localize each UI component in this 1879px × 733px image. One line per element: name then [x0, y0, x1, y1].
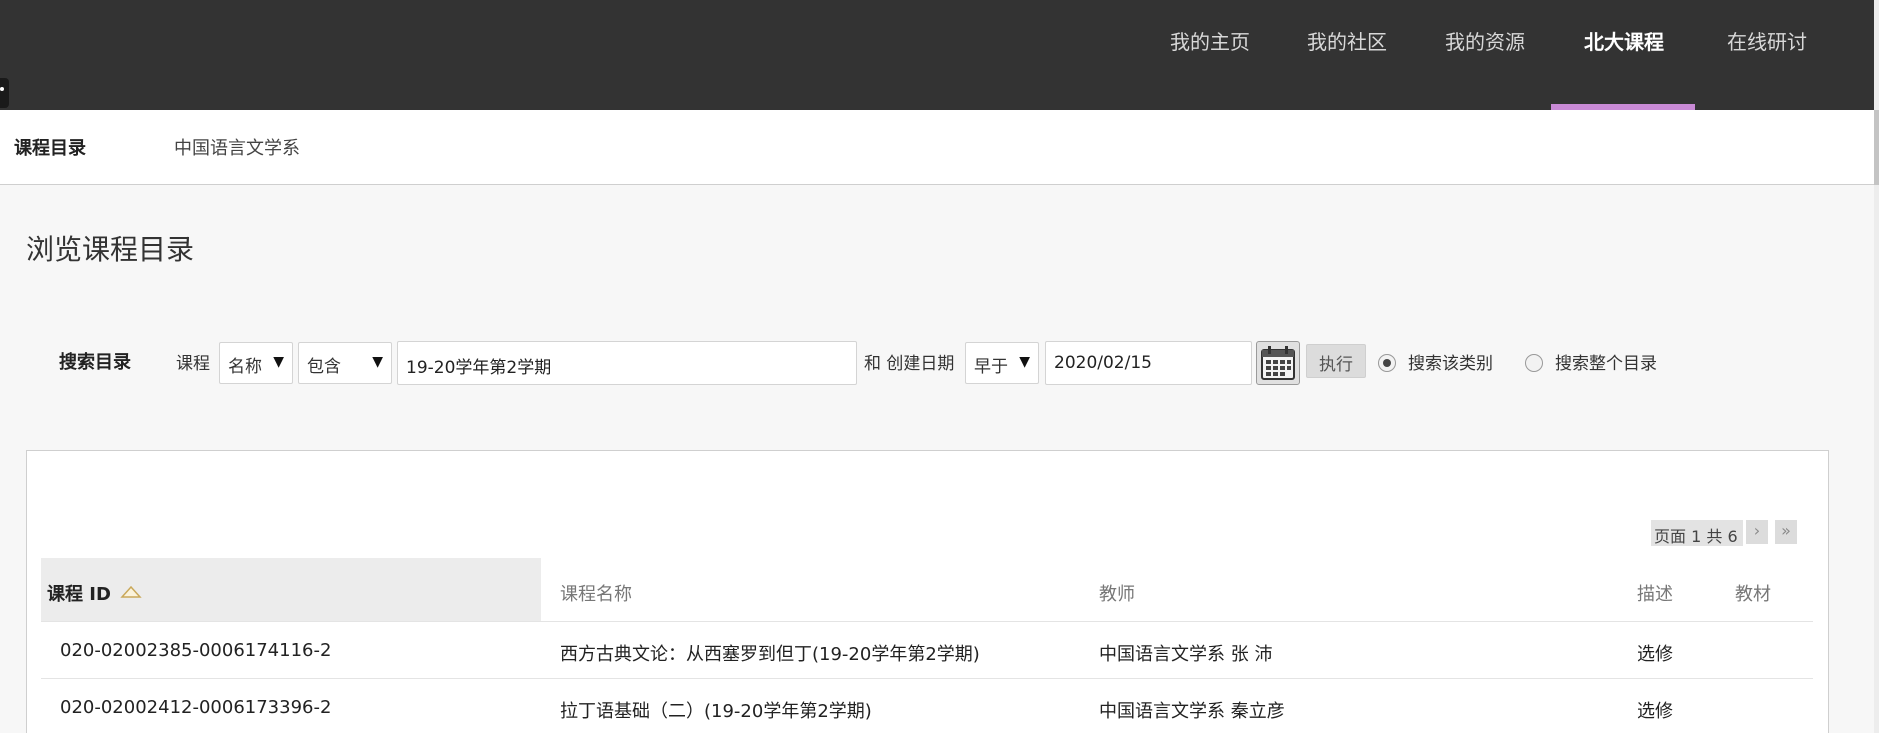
nav-item-resources[interactable]: 我的资源	[1445, 26, 1525, 55]
scope-radio-category-label[interactable]: 搜索该类别	[1408, 349, 1493, 374]
search-query-input[interactable]: 19-20学年第2学期	[397, 341, 857, 385]
column-header-course-name[interactable]: 课程名称	[560, 580, 632, 606]
scope-radio-category[interactable]	[1378, 354, 1396, 372]
calendar-icon	[1261, 346, 1295, 380]
page-title: 浏览课程目录	[26, 233, 195, 266]
date-operator-select-value: 早于	[974, 357, 1008, 377]
breadcrumb-root[interactable]: 课程目录	[14, 134, 86, 160]
main-nav: 我的主页 我的社区 我的资源 北大课程 在线研讨	[5, 0, 1879, 110]
table-header-divider	[41, 621, 1813, 622]
table-row-1-course-id: 020-02002385-0006174116-2	[60, 640, 332, 661]
date-criteria-label: 和 创建日期	[864, 354, 955, 374]
scope-radio-entire-catalog-label[interactable]: 搜索整个目录	[1555, 349, 1657, 374]
column-header-course-id[interactable]: 课程 ID	[47, 580, 111, 606]
scope-radio-entire-catalog[interactable]	[1525, 354, 1543, 372]
nav-item-online-seminar[interactable]: 在线研讨	[1727, 26, 1807, 55]
date-operator-select[interactable]: 早于 ▼	[965, 342, 1039, 384]
chevron-down-icon: ▼	[372, 354, 383, 370]
date-input[interactable]: 2020/02/15	[1045, 341, 1252, 385]
table-row-2-description: 选修	[1637, 701, 1673, 722]
pager-next-button[interactable]: ›	[1746, 520, 1768, 544]
chevron-right-icon: ›	[1753, 521, 1761, 540]
table-row-divider	[41, 678, 1813, 679]
table-row-2-course-id: 020-02002412-0006173396-2	[60, 697, 332, 718]
search-label: 搜索目录	[59, 352, 131, 373]
pager-status: 页面 1 共 6	[1651, 520, 1743, 546]
execute-search-button[interactable]: 执行	[1306, 344, 1366, 378]
search-field-label: 课程	[176, 354, 210, 374]
table-row-1-course-name[interactable]: 西方古典文论：从西塞罗到但丁(19-20学年第2学期)	[560, 640, 980, 666]
column-header-teacher[interactable]: 教师	[1099, 580, 1135, 606]
search-field-select[interactable]: 名称 ▼	[219, 342, 293, 384]
sort-ascending-icon[interactable]	[120, 585, 142, 599]
calendar-button[interactable]	[1256, 341, 1300, 385]
column-header-description[interactable]: 描述	[1637, 580, 1673, 606]
nav-item-pku-courses[interactable]: 北大课程	[1584, 26, 1664, 55]
nav-item-home[interactable]: 我的主页	[1170, 26, 1250, 55]
breadcrumb-current: 中国语言文学系	[174, 138, 300, 159]
search-field-select-value: 名称	[228, 357, 262, 377]
table-row-1-description: 选修	[1637, 644, 1673, 665]
table-row-2-course-name[interactable]: 拉丁语基础（二）(19-20学年第2学期)	[560, 697, 872, 723]
table-row-1-teacher: 中国语言文学系 张 沛	[1099, 644, 1273, 665]
pager-last-button[interactable]: »	[1775, 520, 1797, 544]
nav-item-community[interactable]: 我的社区	[1307, 26, 1387, 55]
catalog-search-form: 搜索目录 课程 名称 ▼ 包含 ▼ 19-20学年第2学期 和 创建日期 早于 …	[0, 340, 1874, 386]
search-operator-select-value: 包含	[307, 357, 341, 377]
double-chevron-right-icon: »	[1781, 521, 1791, 540]
chevron-down-icon: ▼	[273, 354, 284, 370]
column-header-textbook[interactable]: 教材	[1735, 580, 1771, 606]
page-scrollbar-thumb[interactable]	[1874, 110, 1879, 185]
search-operator-select[interactable]: 包含 ▼	[298, 342, 392, 384]
chevron-down-icon: ▼	[1019, 354, 1030, 370]
table-header-sorted-column	[41, 558, 541, 622]
table-row-2-teacher: 中国语言文学系 秦立彦	[1099, 701, 1285, 722]
